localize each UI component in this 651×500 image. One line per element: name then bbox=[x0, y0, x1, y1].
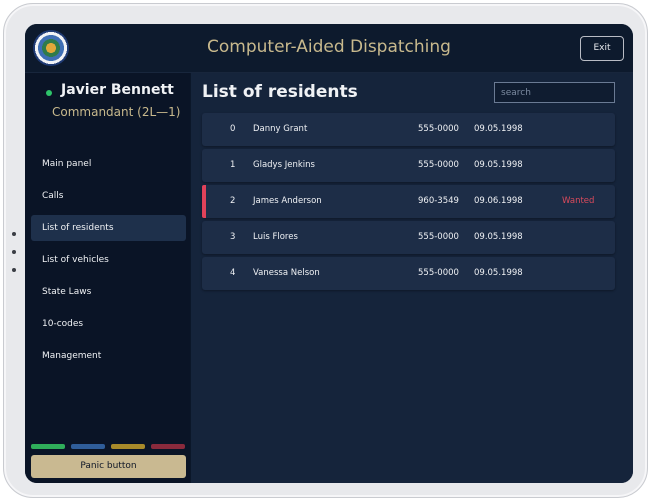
table-row-wanted[interactable]: 2 James Anderson 960-3549 09.06.1998 Wan… bbox=[202, 185, 615, 218]
sidebar-item-10-codes[interactable]: 10-codes bbox=[31, 311, 186, 337]
table-row[interactable]: 4 Vanessa Nelson 555-0000 09.05.1998 bbox=[202, 257, 615, 290]
wanted-marker bbox=[202, 185, 206, 218]
resident-phone: 555-0000 bbox=[418, 124, 459, 134]
side-sensor-icon bbox=[12, 250, 16, 254]
search-input[interactable] bbox=[494, 82, 615, 103]
user-name: Javier Bennett bbox=[61, 82, 174, 98]
app-title: Computer-Aided Dispatching bbox=[207, 37, 451, 57]
table-row[interactable]: 1 Gladys Jenkins 555-0000 09.05.1998 bbox=[202, 149, 615, 182]
page-title: List of residents bbox=[202, 82, 358, 102]
status-code-red-button[interactable] bbox=[151, 444, 185, 449]
resident-phone: 555-0000 bbox=[418, 232, 459, 242]
table-row[interactable]: 3 Luis Flores 555-0000 09.05.1998 bbox=[202, 221, 615, 254]
resident-dob: 09.06.1998 bbox=[474, 196, 523, 206]
resident-name: Vanessa Nelson bbox=[253, 268, 320, 278]
resident-id: 0 bbox=[230, 124, 236, 134]
resident-id: 3 bbox=[230, 232, 236, 242]
app-screen: Computer-Aided Dispatching Exit Javier B… bbox=[25, 24, 633, 483]
resident-name: Luis Flores bbox=[253, 232, 298, 242]
resident-name: Gladys Jenkins bbox=[253, 160, 315, 170]
sidebar-item-calls[interactable]: Calls bbox=[31, 183, 186, 209]
status-code-yellow-button[interactable] bbox=[111, 444, 145, 449]
status-code-blue-button[interactable] bbox=[71, 444, 105, 449]
sidebar-item-main-panel[interactable]: Main panel bbox=[31, 151, 186, 177]
sidebar-item-management[interactable]: Management bbox=[31, 343, 186, 369]
table-row[interactable]: 0 Danny Grant 555-0000 09.05.1998 bbox=[202, 113, 615, 146]
resident-dob: 09.05.1998 bbox=[474, 124, 523, 134]
resident-phone: 555-0000 bbox=[418, 268, 459, 278]
online-status-icon bbox=[46, 90, 52, 96]
resident-dob: 09.05.1998 bbox=[474, 160, 523, 170]
panic-button[interactable]: Panic button bbox=[31, 455, 186, 478]
resident-id: 1 bbox=[230, 160, 236, 170]
side-sensor-icon bbox=[12, 232, 16, 236]
sidebar-item-list-of-vehicles[interactable]: List of vehicles bbox=[31, 247, 186, 273]
sidebar: Javier Bennett Commandant (2L—1) Main pa… bbox=[25, 73, 190, 483]
status-code-green-button[interactable] bbox=[31, 444, 65, 449]
resident-phone: 960-3549 bbox=[418, 196, 459, 206]
resident-dob: 09.05.1998 bbox=[474, 232, 523, 242]
resident-dob: 09.05.1998 bbox=[474, 268, 523, 278]
resident-name: James Anderson bbox=[253, 196, 322, 206]
main-content: List of residents 0 Danny Grant 555-0000… bbox=[191, 73, 633, 483]
resident-name: Danny Grant bbox=[253, 124, 308, 134]
resident-phone: 555-0000 bbox=[418, 160, 459, 170]
sidebar-item-list-of-residents[interactable]: List of residents bbox=[31, 215, 186, 241]
resident-id: 2 bbox=[230, 196, 236, 206]
tablet-frame: Computer-Aided Dispatching Exit Javier B… bbox=[3, 3, 648, 498]
app-header: Computer-Aided Dispatching Exit bbox=[25, 24, 633, 73]
resident-id: 4 bbox=[230, 268, 236, 278]
user-rank: Commandant (2L—1) bbox=[52, 105, 181, 119]
exit-button[interactable]: Exit bbox=[580, 36, 624, 61]
side-sensor-icon bbox=[12, 268, 16, 272]
sidebar-item-state-laws[interactable]: State Laws bbox=[31, 279, 186, 305]
wanted-status-badge: Wanted bbox=[562, 196, 595, 206]
